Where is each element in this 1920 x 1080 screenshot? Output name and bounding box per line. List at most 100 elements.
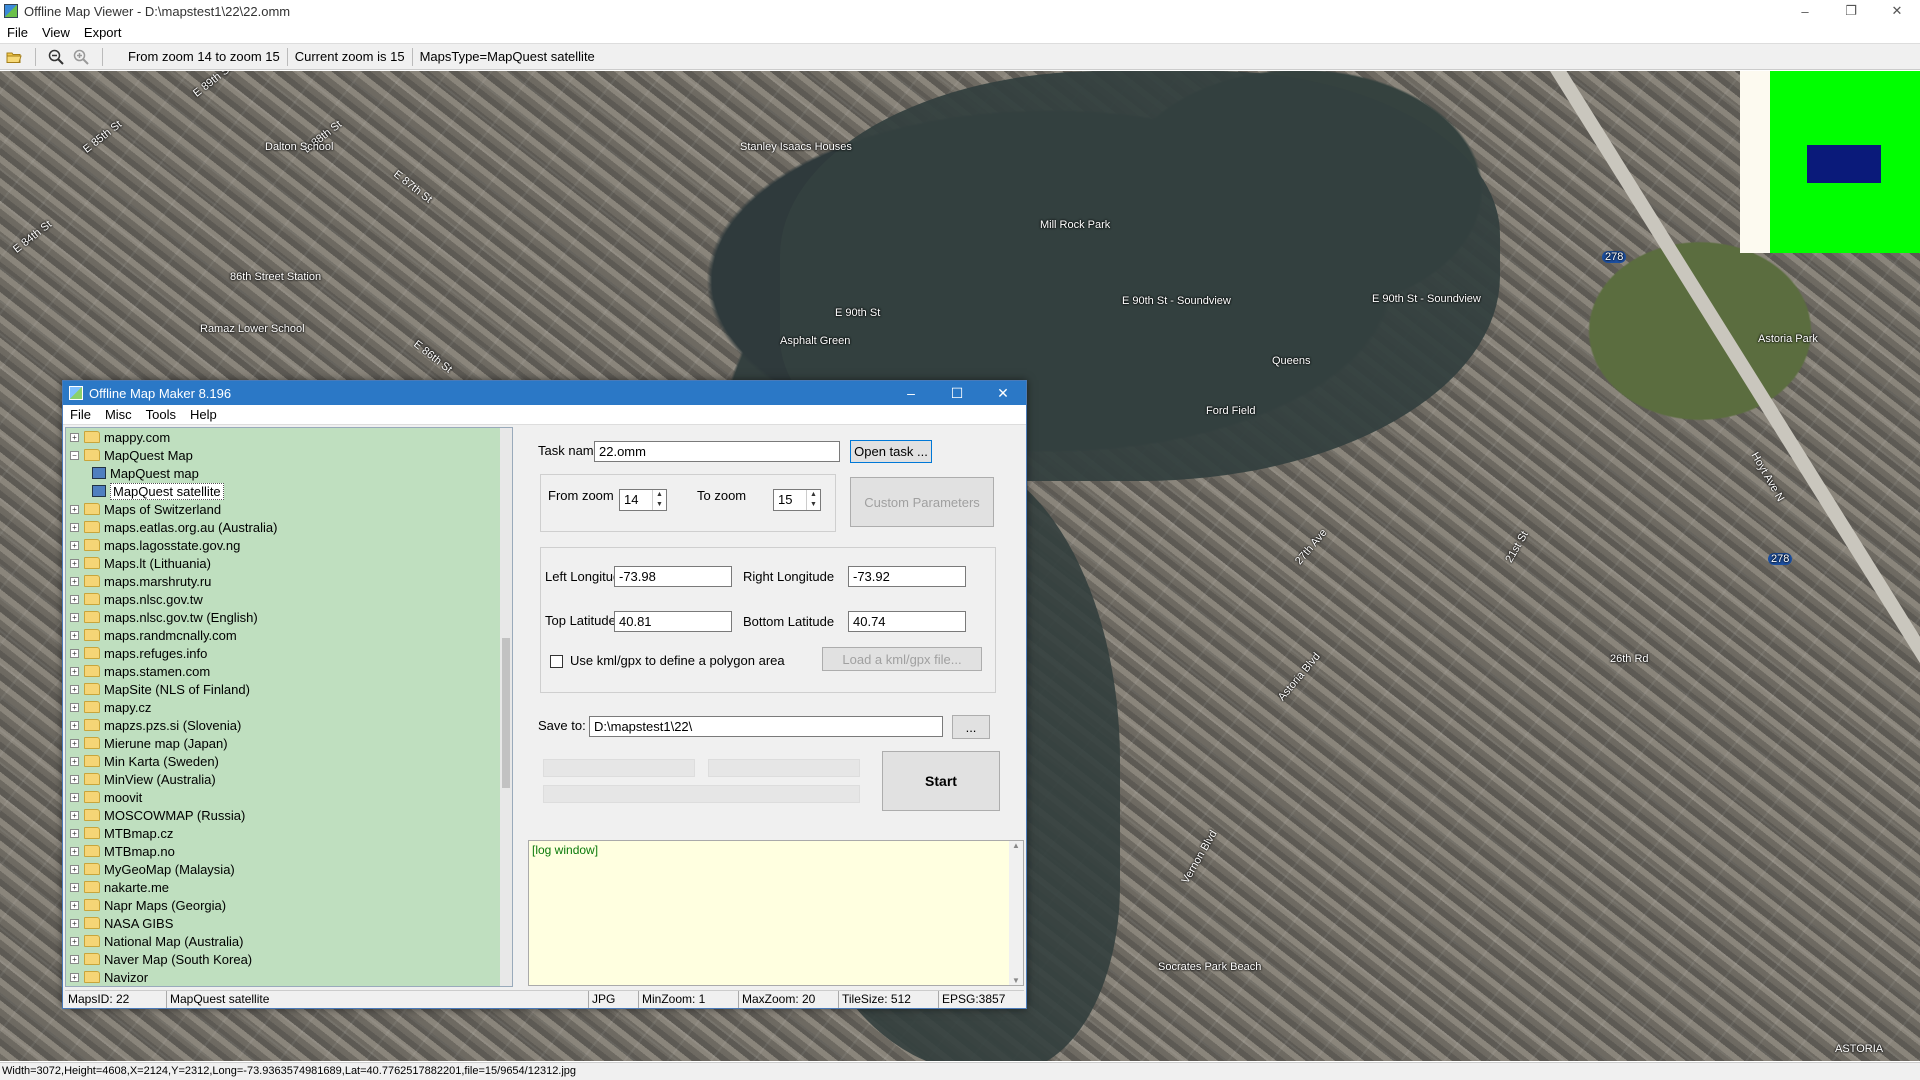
tree-item[interactable]: + maps.stamen.com [66,662,512,680]
custom-parameters-button[interactable]: Custom Parameters [850,477,994,527]
expand-icon[interactable]: + [70,648,79,658]
tree-item[interactable]: + MinView (Australia) [66,770,512,788]
expand-icon[interactable]: + [70,918,79,928]
restore-button[interactable]: ❐ [1828,0,1874,22]
map-source-tree[interactable]: + mappy.com − MapQuest Map MapQuest map MapQu… [65,427,513,987]
tree-item[interactable]: + maps.nlsc.gov.tw [66,590,512,608]
expand-icon[interactable]: + [70,612,79,622]
menu-file[interactable]: File [0,25,35,40]
kml-checkbox[interactable] [550,655,563,668]
minimize-button[interactable]: – [1782,0,1828,22]
close-button[interactable]: ✕ [1874,0,1920,22]
from-zoom-stepper[interactable]: 14 ▲ ▼ [619,489,667,511]
bottom-latitude-input[interactable] [848,611,966,632]
expand-icon[interactable]: + [70,810,79,820]
stepper-arrows-icon[interactable]: ▲ ▼ [806,490,820,510]
expand-icon[interactable]: + [70,666,79,676]
dialog-menu-misc[interactable]: Misc [98,407,139,422]
tree-item[interactable]: + Mierune map (Japan) [66,734,512,752]
tree-item[interactable]: + Min Karta (Sweden) [66,752,512,770]
task-name-input[interactable] [594,441,840,462]
expand-icon[interactable]: + [70,756,79,766]
expand-icon[interactable]: + [70,828,79,838]
expand-icon[interactable]: + [70,594,79,604]
left-longitude-input[interactable] [614,566,732,587]
tree-item[interactable]: + Maps.lt (Lithuania) [66,554,512,572]
tree-item[interactable]: + MapSite (NLS of Finland) [66,680,512,698]
tree-item[interactable]: + maps.randmcnally.com [66,626,512,644]
dialog-maximize-button[interactable]: ☐ [934,381,980,405]
tree-item[interactable]: + nakarte.me [66,878,512,896]
start-button[interactable]: Start [882,751,1000,811]
expand-icon[interactable]: + [70,954,79,964]
zoom-out-icon[interactable] [45,46,67,68]
expand-icon[interactable]: + [70,846,79,856]
minimap-viewport[interactable] [1807,145,1881,183]
minimap[interactable] [1740,71,1920,253]
tree-item[interactable]: + Napr Maps (Georgia) [66,896,512,914]
tree-item[interactable]: MapQuest satellite [66,482,512,500]
zoom-in-icon[interactable] [70,46,92,68]
stepper-arrows-icon[interactable]: ▲ ▼ [652,490,666,510]
right-longitude-input[interactable] [848,566,966,587]
expand-icon[interactable]: + [70,504,79,514]
top-latitude-input[interactable] [614,611,732,632]
expand-icon[interactable]: + [70,936,79,946]
tree-item[interactable]: + mappy.com [66,428,512,446]
dialog-menu-tools[interactable]: Tools [139,407,183,422]
expand-icon[interactable]: + [70,900,79,910]
expand-icon[interactable]: + [70,738,79,748]
expand-icon[interactable]: + [70,720,79,730]
expand-icon[interactable]: + [70,684,79,694]
menu-export[interactable]: Export [77,25,129,40]
tree-item[interactable]: + Navizor [66,968,512,986]
tree-item[interactable]: + MTBmap.no [66,842,512,860]
tree-item[interactable]: + mapy.cz [66,698,512,716]
tree-item[interactable]: + maps.refuges.info [66,644,512,662]
expand-icon[interactable]: + [70,540,79,550]
expand-icon[interactable]: + [70,792,79,802]
tree-item[interactable]: + MyGeoMap (Malaysia) [66,860,512,878]
dialog-minimize-button[interactable]: – [888,381,934,405]
tree-item[interactable]: + maps.nlsc.gov.tw (English) [66,608,512,626]
log-scrollbar[interactable]: ▲ ▼ [1009,841,1023,985]
expand-icon[interactable]: + [70,972,79,982]
tree-item[interactable]: + NASA GIBS [66,914,512,932]
expand-icon[interactable]: + [70,630,79,640]
browse-button[interactable]: ... [952,715,990,739]
expand-icon[interactable]: + [70,702,79,712]
tree-item[interactable]: + Naver Map (South Korea) [66,950,512,968]
expand-icon[interactable]: + [70,432,79,442]
tree-item[interactable]: − MapQuest Map [66,446,512,464]
tree-item[interactable]: + maps.marshruty.ru [66,572,512,590]
dialog-close-button[interactable]: ✕ [980,381,1026,405]
menu-view[interactable]: View [35,25,77,40]
tree-item[interactable]: MapQuest map [66,464,512,482]
collapse-icon[interactable]: − [70,450,79,460]
tree-scrollbar[interactable] [500,428,512,986]
dialog-menu-file[interactable]: File [63,407,98,422]
save-to-input[interactable] [589,716,943,737]
tree-item-label: maps.nlsc.gov.tw (English) [104,609,258,625]
load-kml-button[interactable]: Load a kml/gpx file... [822,647,982,671]
expand-icon[interactable]: + [70,522,79,532]
tree-item[interactable]: + maps.eatlas.org.au (Australia) [66,518,512,536]
to-zoom-stepper[interactable]: 15 ▲ ▼ [773,489,821,511]
tree-item[interactable]: + MOSCOWMAP (Russia) [66,806,512,824]
tree-item[interactable]: + moovit [66,788,512,806]
tree-item[interactable]: + MTBmap.cz [66,824,512,842]
tree-item[interactable]: + maps.lagosstate.gov.ng [66,536,512,554]
tree-item[interactable]: + mapzs.pzs.si (Slovenia) [66,716,512,734]
expand-icon[interactable]: + [70,882,79,892]
expand-icon[interactable]: + [70,864,79,874]
scrollbar-thumb[interactable] [502,638,510,788]
open-task-button[interactable]: Open task ... [850,440,932,463]
dialog-menu-help[interactable]: Help [183,407,224,422]
expand-icon[interactable]: + [70,558,79,568]
open-folder-icon[interactable] [3,46,25,68]
expand-icon[interactable]: + [70,774,79,784]
tree-item[interactable]: + National Map (Australia) [66,932,512,950]
expand-icon[interactable]: + [70,576,79,586]
tree-item[interactable]: + Maps of Switzerland [66,500,512,518]
log-window[interactable]: [log window] ▲ ▼ [528,840,1024,986]
